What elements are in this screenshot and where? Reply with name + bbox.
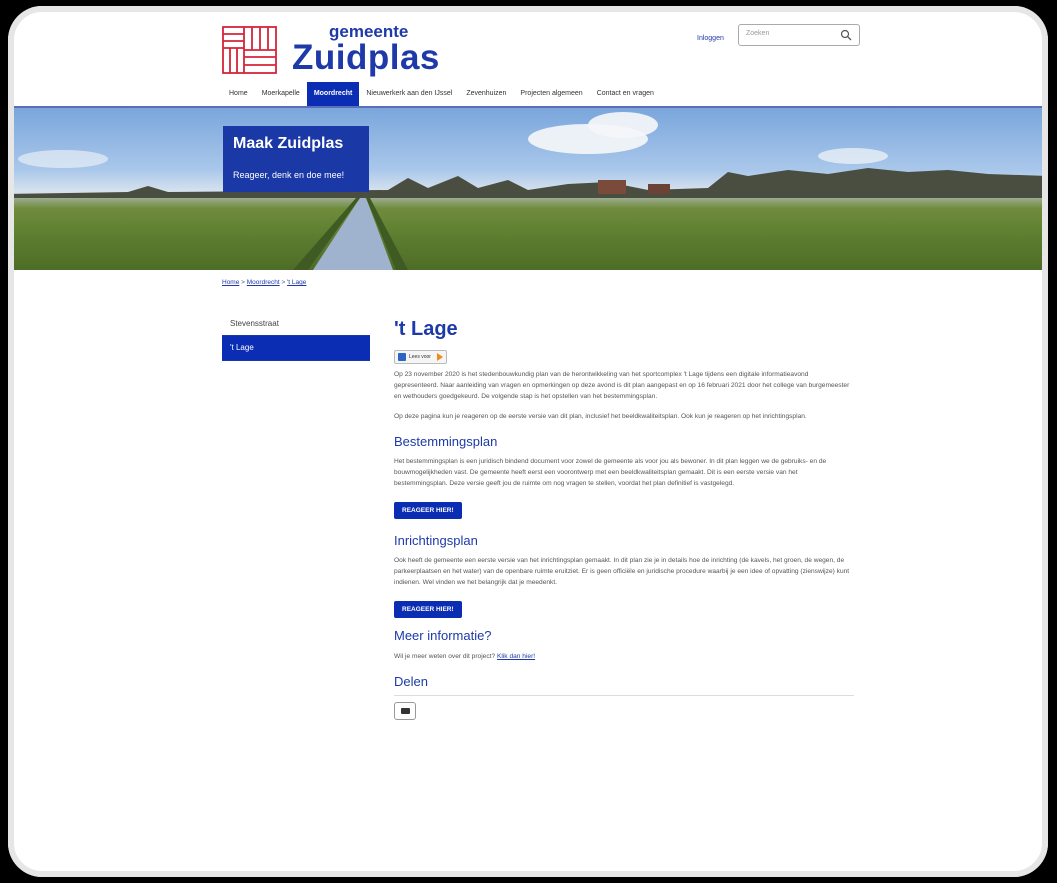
browser-frame: gemeente Zuidplas Inloggen Zoeken Home M… — [8, 6, 1048, 877]
nav-item-contact[interactable]: Contact en vragen — [590, 82, 661, 106]
nav-item-moordrecht[interactable]: Moordrecht — [306, 82, 360, 106]
page-title: 't Lage — [394, 318, 458, 340]
logo-text-big: Zuidplas — [292, 38, 440, 77]
meer-informatie-text: Wil je meer weten over dit project? — [394, 653, 497, 660]
hero-banner: Maak Zuidplas Reageer, denk en doe mee! — [8, 108, 1048, 270]
nav-item-moerkapelle[interactable]: Moerkapelle — [255, 82, 307, 106]
heading-bestemmingsplan: Bestemmingsplan — [394, 434, 498, 449]
paragraph-meer-informatie: Wil je meer weten over dit project? Klik… — [394, 651, 852, 662]
breadcrumb: Home > Moordrecht > 't Lage — [222, 279, 306, 286]
nav-item-nieuwerkerk[interactable]: Nieuwerkerk aan den IJssel — [359, 82, 459, 106]
reageer-button-bestemmingsplan[interactable]: REAGEER HIER! — [394, 502, 462, 519]
sidebar-item-t-lage[interactable]: 't Lage — [222, 336, 370, 361]
sidebar-item-stevensstraat[interactable]: Stevensstraat — [222, 312, 370, 336]
heading-delen: Delen — [394, 674, 428, 689]
paragraph-bestemmingsplan: Het bestemmingsplan is een juridisch bin… — [394, 458, 827, 487]
share-divider — [394, 695, 854, 696]
nav-item-projecten-algemeen[interactable]: Projecten algemeen — [513, 82, 589, 106]
breadcrumb-current[interactable]: 't Lage — [287, 279, 306, 286]
breadcrumb-moordrecht[interactable]: Moordrecht — [247, 279, 280, 286]
search-input[interactable]: Zoeken — [738, 24, 860, 46]
main-navigation: Home Moerkapelle Moordrecht Nieuwerkerk … — [222, 82, 661, 106]
breadcrumb-home[interactable]: Home — [222, 279, 239, 286]
klik-dan-hier-link[interactable]: Klik dan hier! — [497, 653, 535, 660]
play-icon — [436, 353, 443, 361]
mail-icon — [400, 708, 410, 714]
breadcrumb-separator: > — [279, 279, 288, 286]
banner-callout: Maak Zuidplas Reageer, denk en doe mee! — [223, 126, 369, 192]
banner-subtitle: Reageer, denk en doe mee! — [233, 170, 345, 180]
breadcrumb-separator: > — [239, 279, 247, 286]
nav-item-home[interactable]: Home — [222, 82, 255, 106]
read-aloud-button[interactable]: Lees voor — [394, 350, 447, 364]
search-placeholder: Zoeken — [746, 30, 770, 37]
zuidplas-logo-mark-icon — [222, 26, 277, 74]
intro-paragraph-1: Op 23 november 2020 is het stedenbouwkun… — [394, 371, 850, 400]
reageer-button-inrichtingsplan[interactable]: REAGEER HIER! — [394, 601, 462, 618]
heading-inrichtingsplan: Inrichtingsplan — [394, 533, 478, 548]
paragraph-inrichtingsplan: Ook heeft de gemeente een eerste versie … — [394, 557, 850, 586]
read-aloud-label: Lees voor — [409, 354, 431, 360]
heading-meer-informatie: Meer informatie? — [394, 628, 492, 643]
nav-item-zevenhuizen[interactable]: Zevenhuizen — [459, 82, 513, 106]
speaker-icon — [398, 353, 406, 361]
banner-title: Maak Zuidplas — [233, 135, 344, 152]
login-link[interactable]: Inloggen — [697, 35, 724, 42]
email-share-button[interactable] — [394, 702, 416, 720]
ditch-water — [293, 198, 408, 270]
search-icon[interactable] — [840, 29, 852, 41]
main-content: 't Lage Lees voor Op 23 november 2020 is… — [394, 312, 854, 720]
sidebar: Stevensstraat 't Lage — [222, 312, 370, 361]
intro-paragraph-2: Op deze pagina kun je reageren op de eer… — [394, 413, 807, 420]
